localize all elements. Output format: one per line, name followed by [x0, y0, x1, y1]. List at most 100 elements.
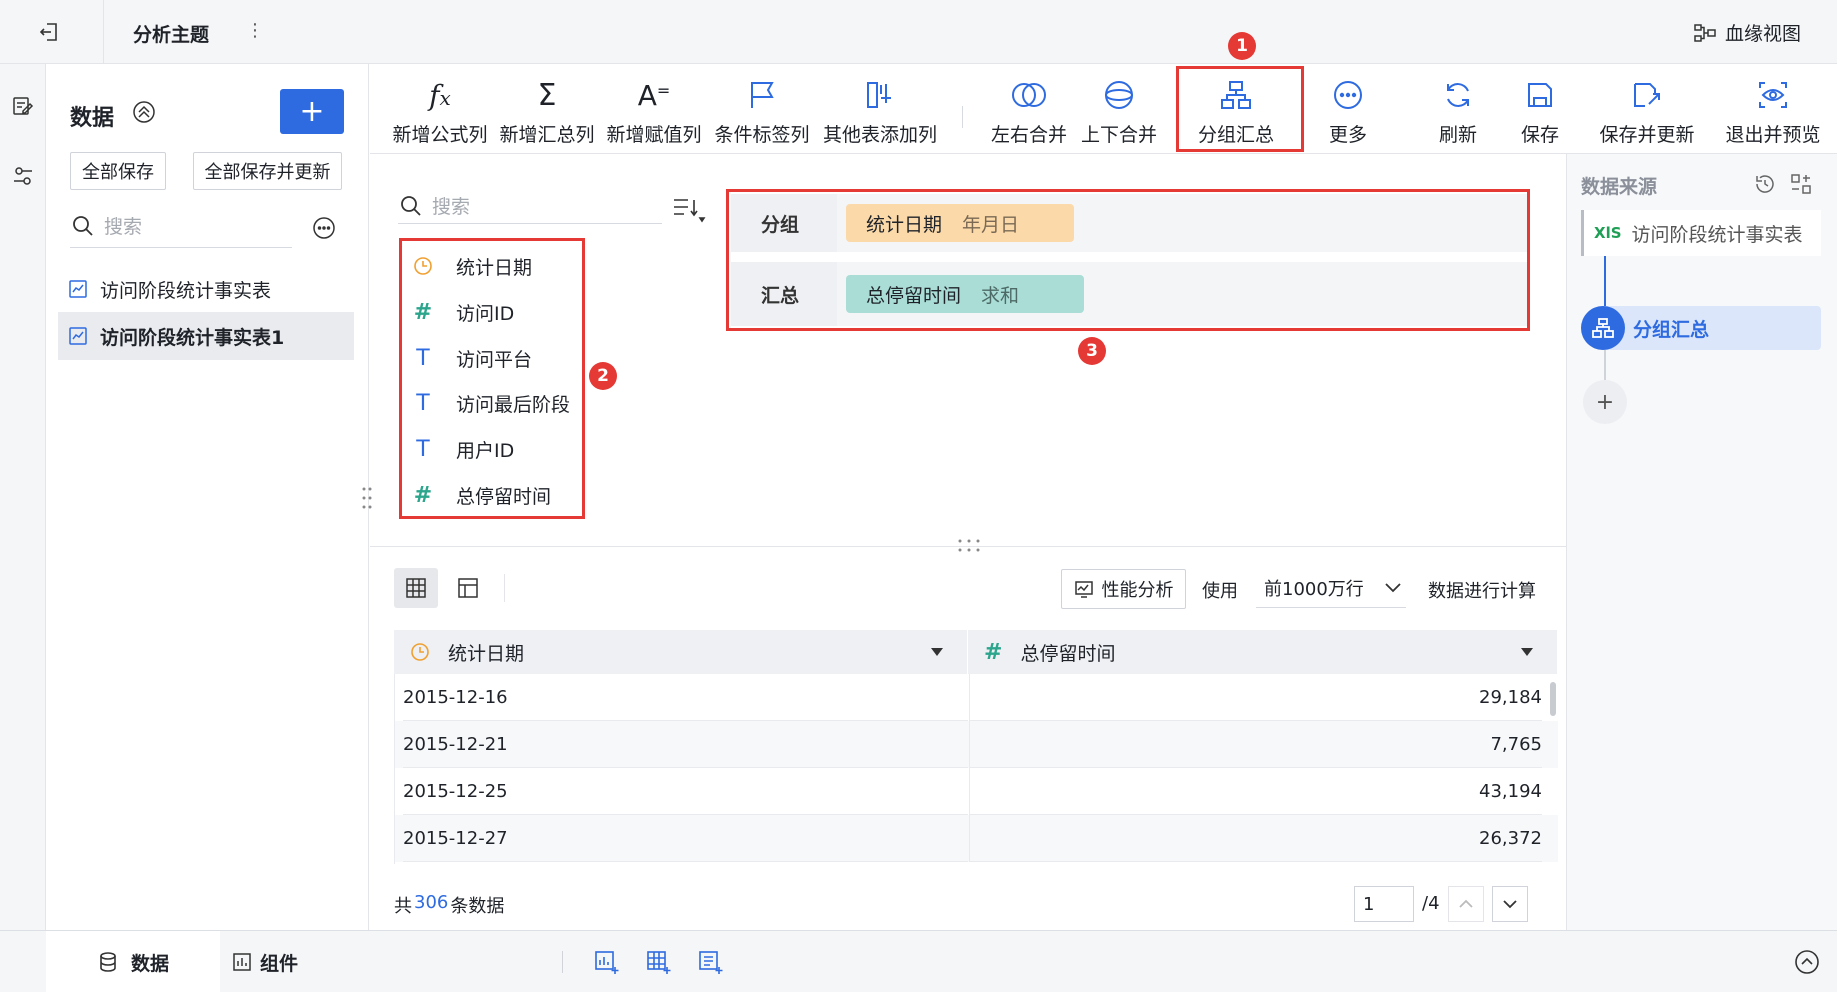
- field-search[interactable]: 搜索: [398, 188, 662, 224]
- hash-icon: #: [984, 639, 1003, 665]
- row-count-suffix: 条数据: [450, 896, 505, 917]
- row-count-prefix: 共: [394, 896, 412, 917]
- table-row: 2015-12-16 29,184: [395, 674, 1558, 721]
- annotation-box-3: [726, 189, 1530, 331]
- calc-label: 数据进行计算: [1428, 581, 1536, 602]
- table-icon: [69, 280, 87, 298]
- other-table-add-column-button[interactable]: 其他表添加列: [822, 64, 938, 154]
- add-grid-icon[interactable]: [646, 949, 672, 975]
- annotation-box-2: [399, 238, 585, 519]
- exit-icon[interactable]: [38, 20, 62, 44]
- refresh-label: 刷新: [1438, 124, 1477, 146]
- table-row: 2015-12-21 7,765: [395, 721, 1558, 768]
- add-summary-column-button[interactable]: Σ 新增汇总列: [499, 64, 595, 154]
- table-row: 2015-12-25 43,194: [395, 768, 1558, 815]
- source-table-node[interactable]: XlS 访问阶段统计事实表: [1581, 210, 1821, 256]
- top-bar: 分析主题 ⋮ 血缘视图: [0, 0, 1837, 64]
- collapse-bottom-icon[interactable]: [1794, 949, 1820, 975]
- add-data-button[interactable]: +: [280, 89, 344, 134]
- cell-duration: 26,372: [969, 815, 1542, 862]
- page-next-button[interactable]: [1492, 886, 1528, 922]
- xls-icon: XlS: [1594, 224, 1622, 242]
- tab-data[interactable]: 数据: [46, 931, 220, 992]
- condition-tag-label: 条件标签列: [714, 124, 810, 146]
- bottom-bar: 数据 组件: [0, 930, 1837, 992]
- save-button[interactable]: 保存: [1505, 64, 1575, 154]
- title-more-icon[interactable]: ⋮: [246, 20, 264, 41]
- caret-down-icon[interactable]: [1521, 648, 1533, 656]
- add-assign-column-button[interactable]: A = 新增赋值列: [606, 64, 702, 154]
- panel-resize-handle[interactable]: [362, 486, 372, 510]
- sort-fields-icon[interactable]: [672, 196, 706, 224]
- preview-eye-icon: [1757, 76, 1789, 114]
- toolbar: fx 新增公式列 Σ 新增汇总列 A = 新增赋值列 条件标签列 其他表添加列 左…: [370, 64, 1837, 154]
- column-header-label: 统计日期: [448, 642, 525, 665]
- lineage-label: 血缘视图: [1725, 23, 1802, 45]
- up-down-merge-button[interactable]: 上下合并: [1074, 64, 1164, 154]
- grid-view-button[interactable]: [394, 568, 438, 608]
- history-icon[interactable]: [1753, 172, 1777, 196]
- table-body: 2015-12-16 29,184 2015-12-21 7,765 2015-…: [394, 674, 1558, 864]
- add-chart-icon[interactable]: [594, 949, 620, 975]
- rows-limit-select[interactable]: 前1000万行: [1256, 568, 1406, 608]
- venn-icon: [1011, 76, 1047, 114]
- toolbar-divider: [962, 106, 963, 128]
- switch-layout-icon[interactable]: [1789, 172, 1813, 196]
- table-item[interactable]: 访问阶段统计事实表: [58, 266, 354, 312]
- save-all-update-button[interactable]: 全部保存并更新: [193, 152, 342, 190]
- collapse-up-icon[interactable]: [132, 100, 156, 124]
- layout-view-button[interactable]: [446, 568, 490, 608]
- icon-rail: [0, 64, 46, 930]
- formula-icon: fx: [429, 78, 451, 112]
- flow-connector: [1604, 256, 1606, 306]
- layout-icon: [458, 578, 478, 598]
- caret-down-icon[interactable]: [931, 648, 943, 656]
- left-right-merge-button[interactable]: 左右合并: [984, 64, 1074, 154]
- more-options-icon[interactable]: [312, 216, 336, 240]
- clock-icon: [411, 643, 429, 661]
- add-step-button[interactable]: +: [1583, 380, 1627, 424]
- tab-components-label: 组件: [260, 952, 299, 975]
- save-all-button[interactable]: 全部保存: [70, 152, 166, 190]
- vertical-resize-handle[interactable]: [957, 538, 981, 554]
- column-header-date[interactable]: 统计日期: [394, 630, 967, 674]
- lr-merge-label: 左右合并: [990, 124, 1067, 146]
- add-assign-label: 新增赋值列: [606, 124, 702, 146]
- column-header-duration[interactable]: # 总停留时间: [968, 630, 1557, 674]
- settings-sliders-icon[interactable]: [0, 154, 46, 198]
- cell-duration: 7,765: [969, 721, 1542, 768]
- table-item-selected[interactable]: 访问阶段统计事实表1: [58, 312, 354, 360]
- page-title: 分析主题: [133, 24, 210, 46]
- refresh-button[interactable]: 刷新: [1423, 64, 1493, 154]
- add-table-icon[interactable]: [698, 949, 724, 975]
- cell-date: 2015-12-16: [403, 674, 968, 721]
- table-item-label: 访问阶段统计事实表: [100, 279, 272, 302]
- bar-chart-icon: [233, 953, 251, 971]
- sigma-icon: Σ: [537, 77, 557, 113]
- add-formula-column-button[interactable]: fx 新增公式列: [392, 64, 488, 154]
- grid-icon: [406, 578, 426, 598]
- exit-and-preview-button[interactable]: 退出并预览: [1718, 64, 1828, 154]
- cell-duration: 43,194: [969, 768, 1542, 815]
- save-and-update-button[interactable]: 保存并更新: [1592, 64, 1702, 154]
- chevron-down-icon: [1503, 900, 1517, 909]
- lineage-view-button[interactable]: 血缘视图: [1693, 19, 1801, 46]
- page-input[interactable]: 1: [1354, 886, 1414, 922]
- ud-merge-label: 上下合并: [1080, 124, 1157, 146]
- data-edit-icon[interactable]: [0, 84, 46, 128]
- flag-icon: [747, 76, 777, 114]
- save-label: 保存: [1520, 124, 1559, 146]
- preview-divider: [504, 574, 505, 602]
- annotation-badge-1: 1: [1228, 32, 1256, 60]
- group-summary-step[interactable]: 分组汇总: [1581, 306, 1821, 350]
- table-scrollbar[interactable]: [1550, 682, 1556, 716]
- performance-analysis-button[interactable]: 性能分析: [1061, 569, 1186, 609]
- use-label: 使用: [1202, 581, 1238, 602]
- page-total: /4: [1422, 893, 1440, 914]
- table-search[interactable]: 搜索: [70, 204, 292, 248]
- rows-limit-value: 前1000万行: [1264, 578, 1364, 600]
- condition-tag-column-button[interactable]: 条件标签列: [714, 64, 810, 154]
- tab-components[interactable]: 组件: [232, 931, 322, 992]
- page-prev-button[interactable]: [1448, 886, 1484, 922]
- more-button[interactable]: 更多: [1308, 64, 1388, 154]
